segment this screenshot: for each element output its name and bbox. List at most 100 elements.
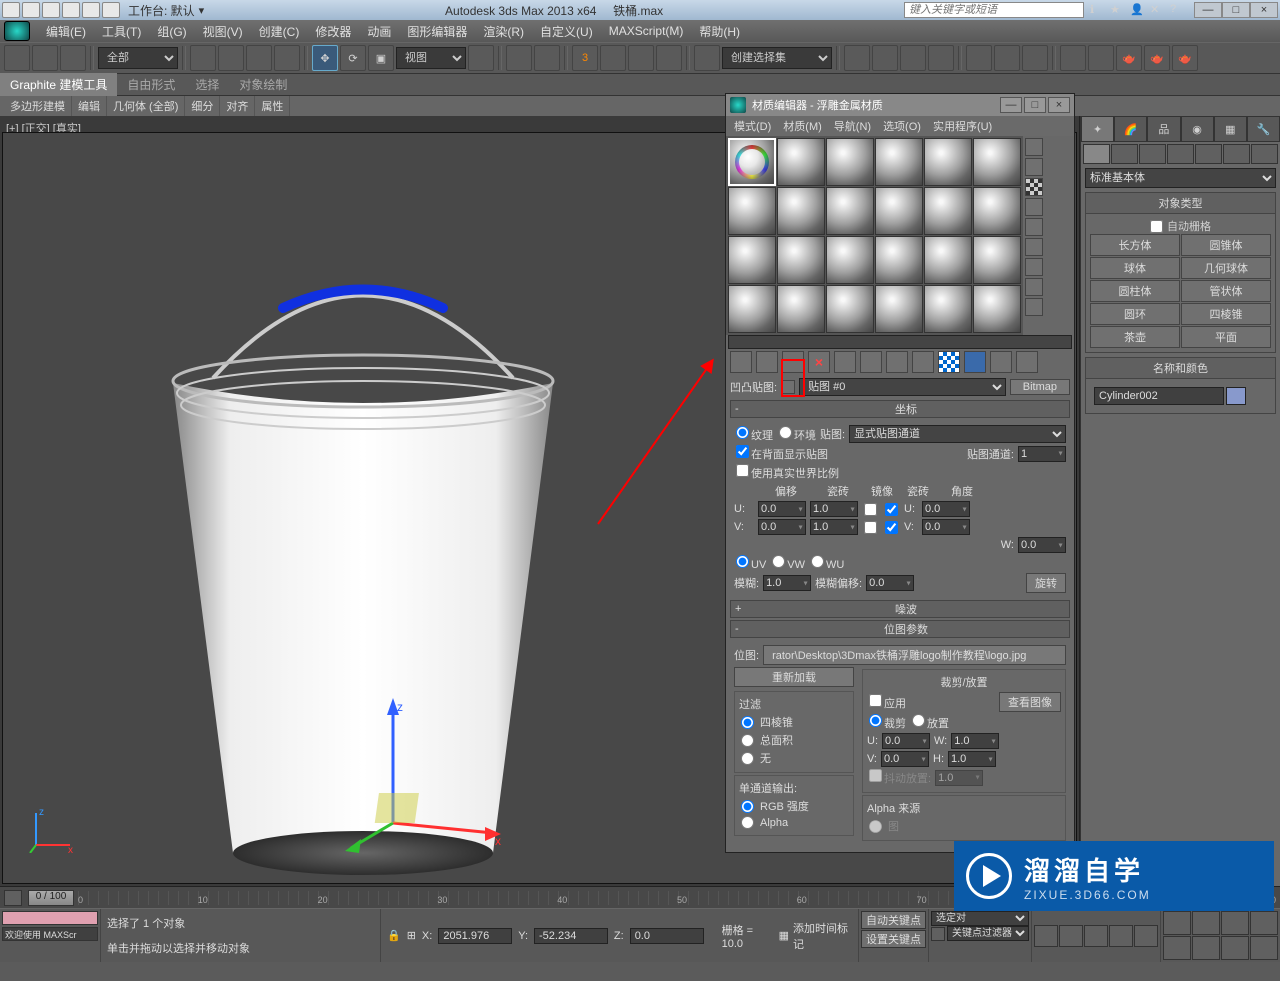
material-slot[interactable] — [973, 138, 1021, 186]
material-slot[interactable] — [875, 138, 923, 186]
video-check-icon[interactable] — [1025, 218, 1043, 236]
material-slot[interactable] — [777, 285, 825, 333]
filter-none-radio[interactable] — [741, 752, 754, 765]
material-slot[interactable] — [875, 187, 923, 235]
coord-system-dropdown[interactable]: 视图 — [396, 47, 466, 69]
window-crossing-icon[interactable] — [274, 45, 300, 71]
display-tab-icon[interactable]: ▦ — [1214, 116, 1247, 142]
unlink-icon[interactable] — [32, 45, 58, 71]
time-slider[interactable]: 0 / 100 — [28, 890, 74, 906]
ribbon-tab-graphite[interactable]: Graphite 建模工具 — [0, 73, 117, 96]
shapes-subtab-icon[interactable] — [1111, 144, 1138, 164]
backlight-icon[interactable] — [1025, 158, 1043, 176]
time-tag-icon[interactable]: ▦ — [779, 929, 789, 942]
time-config-icon[interactable] — [4, 890, 22, 906]
selection-filter-dropdown[interactable]: 全部 — [98, 47, 178, 69]
assign-to-selection-icon[interactable] — [782, 351, 804, 373]
exchange-icon[interactable]: ✕ — [1150, 3, 1168, 17]
schematic-view-icon[interactable] — [994, 45, 1020, 71]
prev-frame-icon[interactable] — [1059, 925, 1083, 947]
me-maximize-button[interactable]: □ — [1024, 97, 1046, 113]
abs-rel-icon[interactable]: ⊞ — [407, 929, 416, 942]
spacewarps-subtab-icon[interactable] — [1223, 144, 1250, 164]
object-color-swatch[interactable] — [1226, 387, 1246, 405]
render-iter-icon[interactable]: 🫖 — [1172, 45, 1198, 71]
background-icon[interactable] — [1025, 178, 1043, 196]
put-to-scene-icon[interactable] — [756, 351, 778, 373]
eyedropper-icon[interactable] — [781, 380, 795, 394]
u-tiling-spinner[interactable]: 1.0 — [810, 501, 858, 517]
material-slot[interactable] — [826, 236, 874, 284]
material-slot[interactable] — [875, 236, 923, 284]
apply-checkbox[interactable] — [869, 694, 882, 707]
crop-w-spinner[interactable]: 1.0 — [951, 733, 999, 749]
material-slot[interactable] — [728, 285, 776, 333]
snap-toggle-icon[interactable]: 3 — [572, 45, 598, 71]
max-toggle-icon[interactable] — [1250, 936, 1278, 960]
systems-subtab-icon[interactable] — [1251, 144, 1278, 164]
options-icon[interactable] — [1025, 258, 1043, 276]
layers-icon[interactable] — [900, 45, 926, 71]
lights-subtab-icon[interactable] — [1139, 144, 1166, 164]
get-material-icon[interactable] — [730, 351, 752, 373]
lock-icon[interactable]: 🔒 — [387, 929, 401, 942]
render-setup-icon[interactable] — [1060, 45, 1086, 71]
material-editor-window[interactable]: 材质编辑器 - 浮雕金属材质 — □ × 模式(D) 材质(M) 导航(N) 选… — [725, 93, 1075, 853]
workspace-label[interactable]: 工作台: 默认 — [128, 2, 195, 19]
select-rect-icon[interactable] — [246, 45, 272, 71]
menu-help[interactable]: 帮助(H) — [691, 21, 748, 42]
map-name-dropdown[interactable]: 贴图 #0 — [799, 378, 1006, 396]
menu-render[interactable]: 渲染(R) — [475, 21, 532, 42]
material-editor-icon[interactable] — [1022, 45, 1048, 71]
obj-sphere[interactable]: 球体 — [1090, 257, 1180, 279]
u-offset-spinner[interactable]: 0.0 — [758, 501, 806, 517]
close-button[interactable]: × — [1250, 2, 1278, 18]
material-slot[interactable] — [924, 138, 972, 186]
pan-icon[interactable] — [1163, 911, 1191, 935]
modify-tab-icon[interactable]: 🌈 — [1114, 116, 1147, 142]
setkey-button[interactable]: 设置关键点 — [861, 930, 926, 948]
mapchannel-spinner[interactable]: 1 — [1018, 446, 1066, 462]
me-minimize-button[interactable]: — — [1000, 97, 1022, 113]
manipulate-icon[interactable] — [506, 45, 532, 71]
crop-u-spinner[interactable]: 0.0 — [882, 733, 930, 749]
mirror-icon[interactable] — [844, 45, 870, 71]
obj-cylinder[interactable]: 圆柱体 — [1090, 280, 1180, 302]
menu-maxscript[interactable]: MAXScript(M) — [601, 22, 692, 40]
objtype-rollout-header[interactable]: 对象类型 — [1085, 192, 1276, 214]
material-slot[interactable] — [826, 285, 874, 333]
play-icon[interactable] — [1084, 925, 1108, 947]
menu-customize[interactable]: 自定义(U) — [532, 21, 601, 42]
helpers-subtab-icon[interactable] — [1195, 144, 1222, 164]
orbit-icon[interactable] — [1221, 936, 1249, 960]
sample-type-icon[interactable] — [1025, 138, 1043, 156]
track-selected[interactable] — [2, 911, 98, 925]
link-icon[interactable] — [4, 45, 30, 71]
key-filter-dropdown[interactable]: 关键点过滤器 — [947, 926, 1029, 941]
ribbon-sub-subdiv[interactable]: 细分 — [185, 96, 220, 116]
material-id-icon[interactable] — [912, 351, 934, 373]
cameras-subtab-icon[interactable] — [1167, 144, 1194, 164]
crop-h-spinner[interactable]: 1.0 — [948, 751, 996, 767]
filter-sum-radio[interactable] — [741, 734, 754, 747]
put-to-library-icon[interactable] — [886, 351, 908, 373]
bind-spacewarp-icon[interactable] — [60, 45, 86, 71]
obj-cone[interactable]: 圆锥体 — [1181, 234, 1271, 256]
ribbon-tab-freeform[interactable]: 自由形式 — [117, 73, 185, 96]
material-slot[interactable] — [826, 187, 874, 235]
ribbon-sub-props[interactable]: 属性 — [255, 96, 290, 116]
obj-teapot[interactable]: 茶壶 — [1090, 326, 1180, 348]
ribbon-tab-select[interactable]: 选择 — [185, 73, 229, 96]
y-coord-input[interactable]: -52.234 — [534, 928, 608, 944]
u-mirror-checkbox[interactable] — [864, 503, 877, 516]
map-type-button[interactable]: Bitmap — [1010, 379, 1070, 395]
key-mode-dropdown[interactable]: 选定对 — [931, 911, 1029, 926]
showback-checkbox[interactable] — [736, 445, 749, 458]
blur-spinner[interactable]: 1.0 — [763, 575, 811, 591]
angle-snap-icon[interactable] — [600, 45, 626, 71]
layer-manager-icon[interactable] — [928, 45, 954, 71]
ribbon-sub-edit[interactable]: 编辑 — [72, 96, 107, 116]
go-forward-icon[interactable] — [1016, 351, 1038, 373]
ribbon-sub-poly[interactable]: 多边形建模 — [4, 96, 72, 116]
select-icon[interactable] — [190, 45, 216, 71]
